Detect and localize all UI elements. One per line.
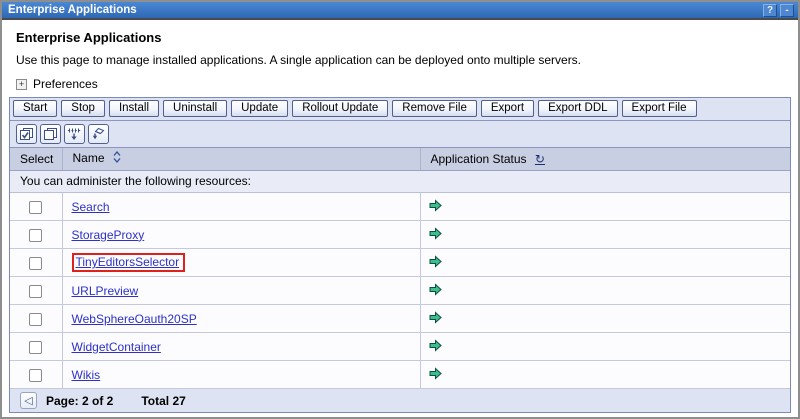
export-file-button[interactable]: Export File [622,100,697,117]
admin-note: You can administer the following resourc… [10,171,790,193]
application-started-icon [429,283,442,299]
name-cell: URLPreview [62,277,420,305]
row-checkbox[interactable] [29,201,42,214]
applications-table-frame: StartStopInstallUninstallUpdateRollout U… [9,97,791,413]
table-icon-toolbar [10,121,790,148]
applications-table: Select Name Applic [10,148,790,412]
application-link[interactable]: TinyEditorsSelector [76,255,180,269]
select-cell [10,221,62,249]
application-link[interactable]: WebSphereOauth20SP [72,312,197,326]
select-cell [10,277,62,305]
application-link[interactable]: WidgetContainer [72,340,161,354]
name-cell: WebSphereOauth20SP [62,305,420,333]
name-cell: StorageProxy [62,221,420,249]
select-cell [10,249,62,277]
show-filter-icon [67,127,82,141]
application-link[interactable]: StorageProxy [72,228,145,242]
row-checkbox[interactable] [29,285,42,298]
remove-file-button[interactable]: Remove File [392,100,477,117]
update-button[interactable]: Update [231,100,288,117]
application-row: WidgetContainer [10,333,790,361]
row-checkbox[interactable] [29,313,42,326]
select-all-button[interactable] [16,124,37,144]
name-cell: WidgetContainer [62,333,420,361]
clear-filter-icon [91,127,106,141]
expand-plus-icon[interactable]: + [16,79,27,90]
row-checkbox[interactable] [29,341,42,354]
select-cell [10,193,62,221]
application-started-icon [429,199,442,215]
application-row: URLPreview [10,277,790,305]
name-column-header: Name [62,148,420,171]
start-button[interactable]: Start [13,100,57,117]
application-started-icon [429,255,442,271]
status-cell [420,193,790,221]
portlet-content: Enterprise Applications Use this page to… [2,20,798,413]
application-link[interactable]: Wikis [72,368,101,382]
refresh-status-icon[interactable]: ↻ [535,152,545,166]
select-cell [10,333,62,361]
select-column-header: Select [10,148,62,171]
stop-button[interactable]: Stop [61,100,105,117]
uninstall-button[interactable]: Uninstall [163,100,227,117]
clear-filter-button[interactable] [88,124,109,144]
preferences-label: Preferences [33,77,98,91]
name-cell: Wikis [62,361,420,389]
rollout-update-button[interactable]: Rollout Update [292,100,388,117]
sort-carets-icon[interactable] [113,151,121,166]
row-checkbox[interactable] [29,229,42,242]
deselect-all-icon [43,127,58,141]
status-cell [420,249,790,277]
enterprise-applications-portlet: Enterprise Applications ? - Enterprise A… [0,0,800,419]
portlet-titlebar: Enterprise Applications ? - [2,2,798,20]
application-row: StorageProxy [10,221,790,249]
pagination-row: ◁ Page: 2 of 2 Total 27 [10,389,790,413]
page-description: Use this page to manage installed applic… [16,53,792,67]
status-cell [420,277,790,305]
export-button[interactable]: Export [481,100,534,117]
status-cell [420,221,790,249]
status-cell [420,333,790,361]
name-cell: TinyEditorsSelector [62,249,420,277]
row-checkbox[interactable] [29,257,42,270]
name-cell: Search [62,193,420,221]
page-indicator: Page: 2 of 2 [46,394,113,408]
total-count: Total 27 [141,394,185,408]
application-row: Wikis [10,361,790,389]
preferences-expander[interactable]: + Preferences [16,77,792,91]
actions-toolbar: StartStopInstallUninstallUpdateRollout U… [10,98,790,121]
status-cell [420,305,790,333]
page-title: Enterprise Applications [16,30,792,45]
select-all-icon [19,127,34,141]
table-caption-row: You can administer the following resourc… [10,171,790,193]
portlet-title: Enterprise Applications [8,4,760,16]
help-button[interactable]: ? [763,4,777,17]
application-link[interactable]: URLPreview [72,284,139,298]
show-filter-button[interactable] [64,124,85,144]
application-started-icon [429,339,442,355]
previous-page-button[interactable]: ◁ [20,392,37,409]
application-started-icon [429,311,442,327]
application-row: TinyEditorsSelector [10,249,790,277]
application-row: WebSphereOauth20SP [10,305,790,333]
deselect-all-button[interactable] [40,124,61,144]
application-link[interactable]: Search [72,200,110,214]
select-cell [10,361,62,389]
application-started-icon [429,227,442,243]
table-header-row: Select Name Applic [10,148,790,171]
export-ddl-button[interactable]: Export DDL [538,100,617,117]
row-checkbox[interactable] [29,369,42,382]
status-column-header: Application Status ↻ [420,148,790,171]
install-button[interactable]: Install [109,100,159,117]
status-cell [420,361,790,389]
minimize-button[interactable]: - [780,4,794,17]
select-cell [10,305,62,333]
application-row: Search [10,193,790,221]
application-started-icon [429,367,442,383]
